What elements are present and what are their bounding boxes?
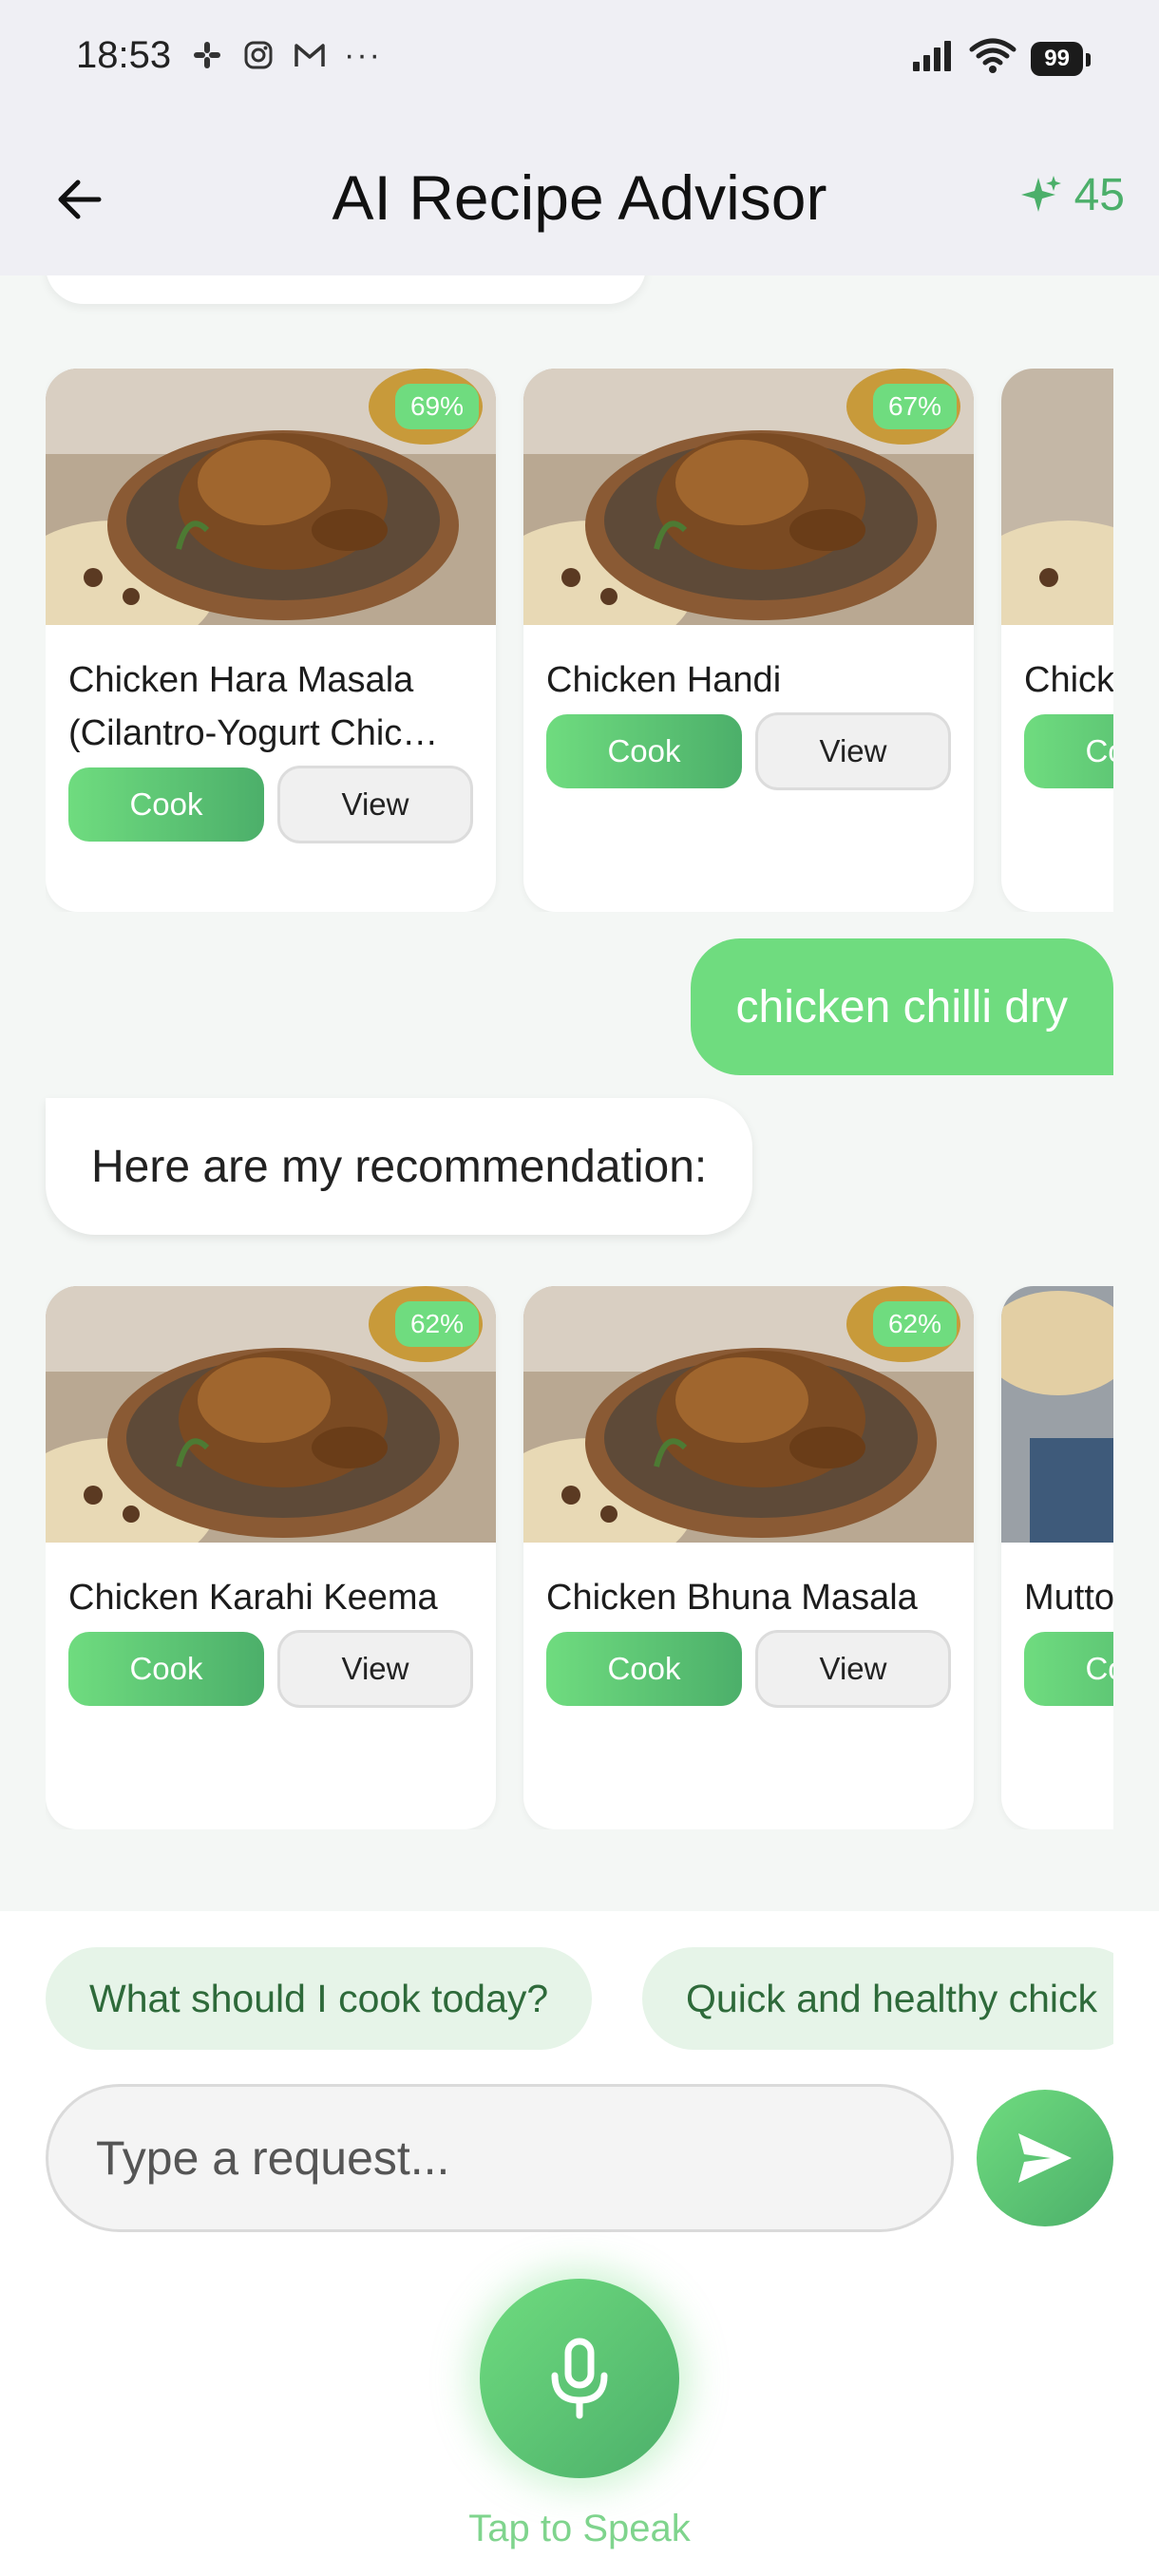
cook-button[interactable]: Cook — [546, 1632, 742, 1706]
system-icons: 99 — [911, 38, 1091, 79]
recipe-image: 69% — [46, 369, 496, 625]
send-button[interactable] — [977, 2090, 1113, 2226]
send-icon — [1018, 2133, 1072, 2183]
battery-indicator: 99 — [1031, 41, 1091, 76]
previous-message-bubble — [46, 275, 646, 304]
user-message: chicken chilli dry — [690, 938, 1113, 1075]
recipe-card[interactable]: 69% Chicken Hara Masala (Cilantro-Yogurt… — [46, 369, 496, 912]
input-panel: What should I cook today? Quick and heal… — [0, 1911, 1159, 2576]
slack-icon — [190, 38, 224, 72]
page-title: AI Recipe Advisor — [332, 162, 827, 233]
match-badge: 62% — [872, 1301, 957, 1347]
recipe-card[interactable]: Chick Cook — [1001, 369, 1113, 912]
recipe-card[interactable]: 62% Chicken Karahi Keema Cook View — [46, 1286, 496, 1829]
match-badge: 62% — [394, 1301, 479, 1347]
recipe-card[interactable]: 62% Chicken Bhuna Masala Cook View — [523, 1286, 974, 1829]
view-button[interactable]: View — [755, 712, 951, 790]
ai-message: Here are my recommendation: — [46, 1098, 753, 1235]
recipe-card[interactable]: Mutto Cook — [1001, 1286, 1113, 1829]
view-button[interactable]: View — [277, 1630, 473, 1708]
recipe-image — [1001, 1286, 1113, 1543]
signal-icon — [911, 39, 955, 78]
voice-label: Tap to Speak — [468, 2508, 691, 2549]
gmail-icon — [293, 38, 327, 72]
cook-button[interactable]: Cook — [68, 767, 264, 842]
chat-area[interactable]: 69% Chicken Hara Masala (Cilantro-Yogurt… — [0, 275, 1159, 1909]
microphone-icon — [551, 2338, 608, 2419]
suggestion-chip[interactable]: Quick and healthy chick — [642, 1947, 1113, 2050]
match-badge: 67% — [872, 384, 957, 429]
recipe-card[interactable]: 67% Chicken Handi Cook View — [523, 369, 974, 912]
recipe-name: Chicken Handi — [546, 660, 782, 700]
recipe-name: Chicken Hara Masala (Cilantro-Yogurt Chi… — [68, 660, 439, 753]
more-notifications-icon: ··· — [344, 37, 382, 73]
cook-button[interactable]: Cook — [68, 1632, 264, 1706]
recipe-cards-row[interactable]: 62% Chicken Karahi Keema Cook View 62% C… — [46, 1286, 1113, 1829]
credits-counter[interactable]: 45 — [1017, 169, 1125, 221]
recipe-name: Mutto — [1024, 1578, 1113, 1618]
cook-button[interactable]: Cook — [1024, 714, 1113, 788]
recipe-name: Chicken Karahi Keema — [68, 1578, 438, 1618]
app-bar: AI Recipe Advisor 45 — [0, 142, 1159, 247]
recipe-name: Chicken Bhuna Masala — [546, 1578, 918, 1618]
cook-button[interactable]: Cook — [1024, 1632, 1113, 1706]
recipe-image: 62% — [523, 1286, 974, 1543]
view-button[interactable]: View — [277, 766, 473, 843]
wifi-icon — [968, 38, 1017, 79]
status-time: 18:53 — [76, 34, 172, 76]
cook-button[interactable]: Cook — [546, 714, 742, 788]
recipe-cards-row[interactable]: 69% Chicken Hara Masala (Cilantro-Yogurt… — [46, 369, 1113, 912]
suggestion-chip[interactable]: What should I cook today? — [46, 1947, 593, 2050]
top-bar: 18:53 ··· 99 AI Recipe Advisor 45 — [0, 0, 1159, 275]
recipe-image: 62% — [46, 1286, 496, 1543]
sparkle-icon — [1020, 175, 1061, 212]
notification-icons: ··· — [190, 38, 382, 72]
recipe-image — [1001, 369, 1113, 625]
voice-button[interactable] — [480, 2279, 679, 2478]
suggestion-chips[interactable]: What should I cook today? Quick and heal… — [46, 1947, 1113, 2054]
instagram-icon — [241, 38, 276, 72]
view-button[interactable]: View — [755, 1630, 951, 1708]
recipe-image: 67% — [523, 369, 974, 625]
status-bar: 18:53 ··· 99 — [0, 0, 1159, 114]
credits-value: 45 — [1074, 170, 1125, 220]
recipe-name: Chick — [1024, 660, 1113, 700]
match-badge: 69% — [394, 384, 479, 429]
request-input[interactable]: Type a request... — [46, 2084, 954, 2232]
